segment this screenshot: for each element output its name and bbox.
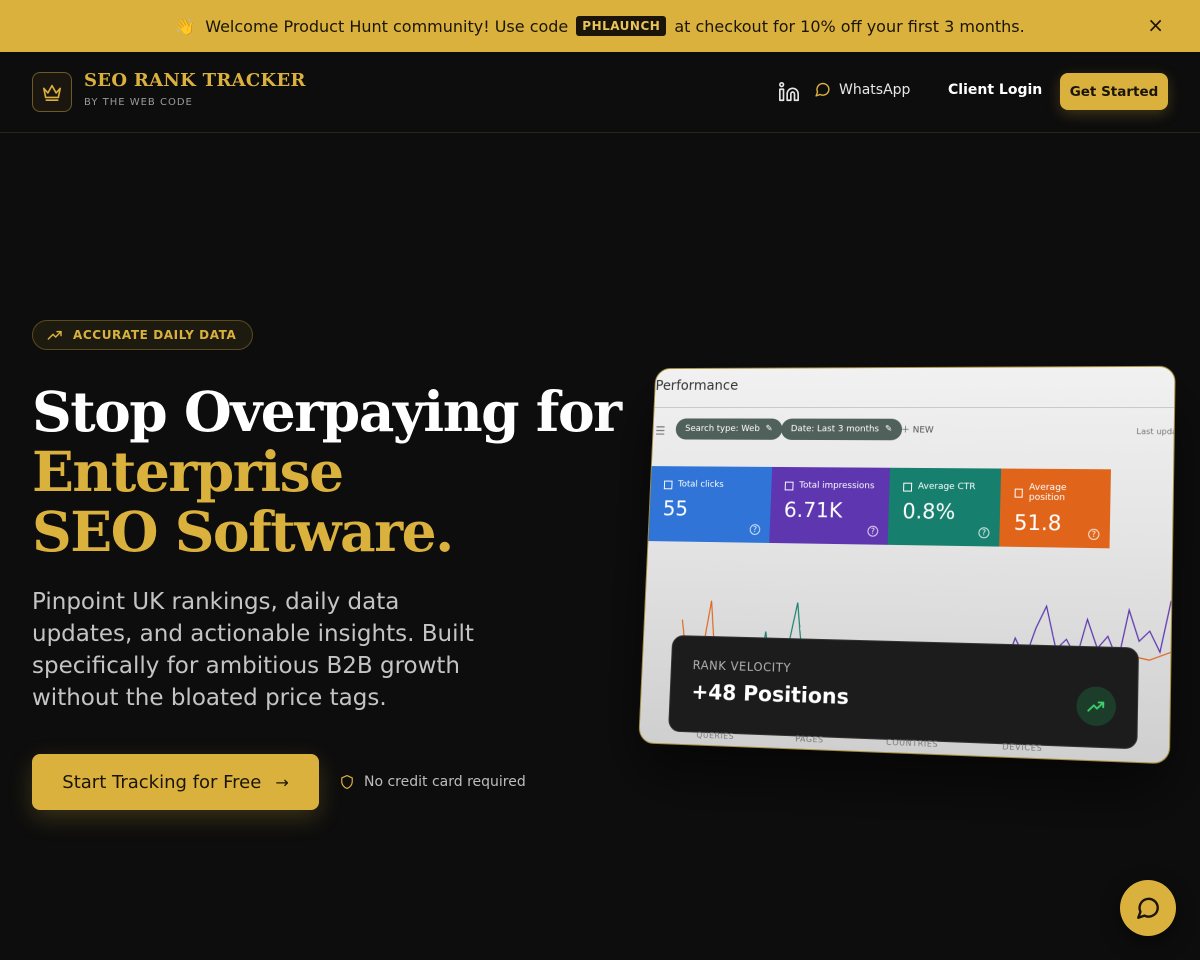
no-card-label: No credit card required	[364, 774, 526, 790]
headline-line2: Enterprise	[32, 439, 344, 504]
tab-queries: QUERIES	[696, 730, 735, 742]
whatsapp-link[interactable]: WhatsApp	[814, 81, 910, 98]
metric-label: Average position	[1028, 482, 1067, 504]
metric-label: Average CTR	[917, 481, 976, 493]
rank-velocity-value: +48 Positions	[691, 679, 850, 710]
hero-description: Pinpoint UK rankings, daily data updates…	[32, 589, 474, 711]
search-type-chip: Search type: Web ✎	[675, 418, 783, 440]
metric-total-impressions: Total impressions 6.71K ?	[769, 466, 891, 545]
hero-headline: Stop Overpaying for Enterprise SEO Softw…	[32, 379, 622, 564]
whatsapp-icon	[815, 82, 830, 97]
pencil-icon: ✎	[884, 424, 893, 435]
whatsapp-label: WhatsApp	[839, 81, 911, 98]
tab-countries: COUNTRIES	[885, 737, 939, 749]
search-type-label: Search type: Web	[684, 424, 760, 434]
new-label: NEW	[912, 425, 934, 436]
chat-bubble-icon[interactable]	[1120, 880, 1176, 936]
performance-screenshot: Performance ☰ Search type: Web ✎ Date: L…	[638, 365, 1176, 765]
metric-value: 0.8%	[902, 499, 956, 524]
help-icon: ?	[1088, 528, 1100, 541]
banner-text-after: at checkout for 10% off your first 3 mon…	[674, 16, 1025, 36]
checkbox-icon	[784, 481, 794, 490]
headline-line1: Stop Overpaying for	[32, 379, 622, 444]
help-icon: ?	[978, 527, 990, 539]
start-tracking-button[interactable]: Start Tracking for Free →	[32, 754, 319, 810]
divider	[654, 407, 1175, 409]
tab-pages: PAGES	[795, 734, 824, 745]
brand-name[interactable]: SEO RANK TRACKER	[84, 70, 306, 91]
trending-up-icon	[1076, 685, 1117, 727]
linkedin-icon[interactable]	[778, 81, 800, 103]
product-preview: Performance ☰ Search type: Web ✎ Date: L…	[598, 326, 1198, 796]
get-started-button[interactable]: Get Started	[1060, 73, 1168, 110]
rank-velocity-label: RANK VELOCITY	[692, 658, 792, 676]
banner-text-before: Welcome Product Hunt community! Use code	[205, 16, 569, 36]
metric-average-position: Average position 51.8 ?	[999, 468, 1111, 549]
cta-label: Start Tracking for Free	[62, 771, 262, 793]
site-header: SEO RANK TRACKER BY THE WEB CODE WhatsAp…	[0, 52, 1200, 133]
performance-title: Performance	[655, 378, 739, 394]
plus-icon: ＋	[900, 425, 913, 436]
headline-line3: SEO Software.	[32, 499, 454, 564]
trending-up-icon	[47, 330, 62, 340]
wave-emoji: 👋	[175, 16, 196, 36]
filter-icon: ☰	[655, 424, 666, 438]
pencil-icon: ✎	[765, 424, 773, 435]
arrow-right-icon: →	[275, 772, 289, 792]
tab-devices: DEVICES	[1002, 742, 1043, 754]
new-filter-button: ＋ NEW	[901, 423, 934, 436]
no-credit-card-note: No credit card required	[340, 774, 526, 790]
checkbox-icon	[1014, 488, 1023, 498]
client-login-link[interactable]: Client Login	[948, 82, 1042, 98]
last-updated-text: Last update	[1136, 427, 1176, 437]
metric-value: 51.8	[1013, 510, 1062, 536]
metric-value: 55	[662, 496, 689, 521]
metric-value: 6.71K	[783, 498, 843, 523]
date-chip: Date: Last 3 months ✎	[780, 418, 903, 441]
promo-banner: 👋 Welcome Product Hunt community! Use co…	[0, 0, 1200, 52]
metric-average-ctr: Average CTR 0.8% ?	[887, 467, 1002, 547]
metric-total-clicks: Total clicks 55 ?	[648, 466, 773, 543]
shield-icon	[341, 774, 353, 789]
metric-label: Total impressions	[799, 480, 875, 492]
checkbox-icon	[903, 482, 913, 492]
promo-code: PHLAUNCH	[576, 16, 667, 36]
badge-label: ACCURATE DAILY DATA	[73, 328, 237, 342]
metric-label: Total clicks	[677, 479, 724, 490]
help-icon: ?	[749, 524, 761, 535]
crown-icon[interactable]	[32, 72, 72, 112]
help-icon: ?	[867, 525, 879, 537]
close-icon[interactable]: ×	[1147, 14, 1164, 36]
brand-subtitle: BY THE WEB CODE	[84, 97, 193, 108]
date-label: Date: Last 3 months	[790, 424, 880, 435]
checkbox-icon	[663, 480, 673, 489]
accurate-data-badge: ACCURATE DAILY DATA	[32, 320, 254, 350]
